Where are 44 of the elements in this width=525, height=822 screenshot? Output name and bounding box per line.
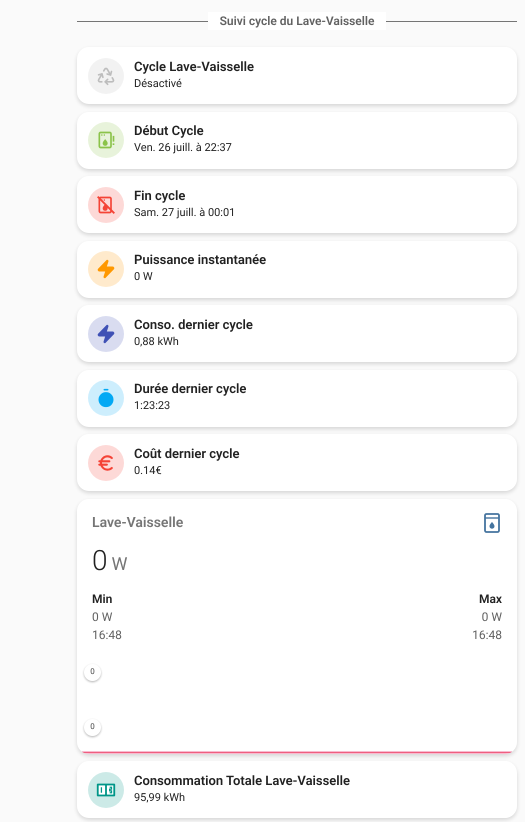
stat-time: 16:48 [472, 626, 502, 644]
tile-name: Cycle Lave-Vaisselle [134, 60, 254, 76]
lightning-bolt-icon [96, 324, 116, 344]
tile-state: 0 W [134, 269, 154, 285]
stopwatch-icon [96, 388, 116, 408]
tile-state: 95,99 kWh [134, 790, 186, 806]
lightning-bolt-icon [96, 259, 116, 279]
dishwasher-alert-icon [96, 130, 116, 150]
dishwasher-icon [484, 512, 500, 532]
tile-name: Durée dernier cycle [134, 382, 246, 398]
entity-tile[interactable]: Puissance instantanée 0 W [77, 240, 517, 298]
section-title: Suivi cycle du Lave-Vaisselle [208, 12, 386, 30]
tile-name: Début Cycle [134, 124, 205, 140]
tile-name: Conso. dernier cycle [134, 318, 253, 334]
entity-tile[interactable]: Consommation Totale Lave-Vaisselle 95,99 kWh [77, 761, 517, 818]
tile-state: 0.14€ [134, 462, 163, 478]
axis-label: 0 [84, 718, 101, 736]
entity-tile[interactable]: Début Cycle Ven. 26 juill. à 22:37 [77, 112, 517, 168]
dishwasher-off-icon [96, 194, 116, 214]
tile-state: Désactivé [134, 76, 183, 92]
stat-value: 0 W [92, 608, 112, 626]
tile-name: Puissance instantanée [134, 253, 266, 269]
stat-value: 0 W [482, 608, 502, 626]
tile-name: Coût dernier cycle [134, 446, 240, 462]
euro-icon [96, 452, 116, 472]
power-unit: W [112, 552, 128, 576]
power-value: 0 [92, 546, 108, 576]
stat-label: Min [92, 590, 112, 608]
tile-state: Ven. 26 juill. à 22:37 [134, 140, 232, 156]
entity-tile[interactable]: Cycle Lave-Vaisselle Désactivé [77, 47, 517, 104]
entity-tile[interactable]: Fin cycle Sam. 27 juill. à 00:01 [77, 176, 517, 233]
tile-state: 0,88 kWh [134, 334, 180, 350]
tile-state: Sam. 27 juill. à 00:01 [134, 204, 236, 220]
recycle-icon [96, 66, 116, 86]
entity-tile[interactable]: Durée dernier cycle 1:23:23 [77, 370, 517, 426]
entity-tile[interactable]: Conso. dernier cycle 0,88 kWh [77, 305, 517, 362]
entity-tile[interactable]: Coût dernier cycle 0.14€ [77, 434, 517, 491]
stat-label: Max [478, 590, 502, 608]
card-title: Lave-Vaisselle [92, 514, 184, 532]
tile-name: Consommation Totale Lave-Vaisselle [134, 774, 350, 790]
stat-time: 16:48 [92, 626, 122, 644]
axis-label: 0 [84, 664, 101, 680]
tile-name: Fin cycle [134, 188, 186, 204]
tile-state: 1:23:23 [134, 398, 172, 414]
